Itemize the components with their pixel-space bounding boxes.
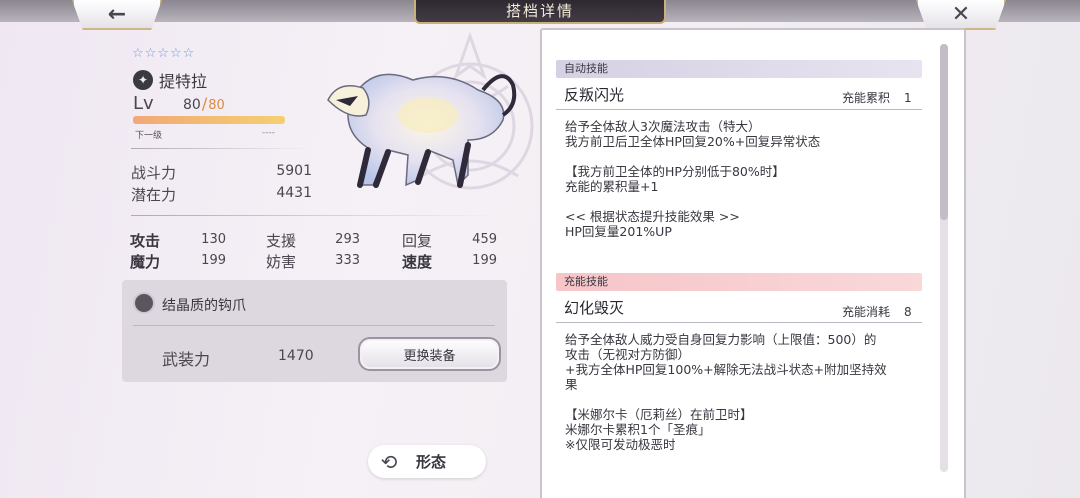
back-button[interactable]: ← xyxy=(72,0,162,30)
auto-skill-desc-line: << 根据状态提升技能效果 >> xyxy=(565,209,740,224)
level-max: 80 xyxy=(208,98,225,113)
auto-skill-description: 给予全体敌人3次魔法攻击（特大） 我方前卫后卫全体HP回复20%+回复异常状态 … xyxy=(565,119,925,239)
attr-attack-value: 130 xyxy=(201,232,226,247)
auto-skill-desc-line: 【我方前卫全体的HP分别低于80%时】 xyxy=(565,164,785,179)
element-icon: ✦ xyxy=(133,70,153,90)
attr-support-value: 293 xyxy=(335,232,360,247)
exp-bar xyxy=(133,116,285,124)
charge-skill-name: 幻化毁灭 xyxy=(564,299,625,317)
character-name-row: ✦ 提特拉 xyxy=(133,68,207,92)
exp-bar-fill xyxy=(133,116,285,124)
charge-skill-desc-line: 给予全体敌人威力受自身回复力影响（上限值：500）的 xyxy=(565,332,877,347)
attr-speed-label: 速度 xyxy=(402,253,433,271)
level-current: 80 xyxy=(183,97,201,113)
level-separator: / xyxy=(201,94,208,113)
back-arrow-icon: ← xyxy=(107,1,127,27)
combat-power-label: 战斗力 xyxy=(131,164,177,182)
charge-skill-desc-line: +我方全体HP回复100%+解除无法战斗状态+附加坚持效 xyxy=(565,362,887,377)
charge-skill-description: 给予全体敌人威力受自身回复力影响（上限值：500）的 攻击（无视对方防御） +我… xyxy=(565,332,925,452)
attr-magic-label: 魔力 xyxy=(130,253,161,271)
auto-skill-desc-line: HP回复量201%UP xyxy=(565,224,672,239)
refresh-icon: ⟲ xyxy=(380,449,398,474)
character-name: 提特拉 xyxy=(159,72,208,91)
page-title: 搭档详情 xyxy=(414,0,666,24)
charge-skill-meta-value: 8 xyxy=(904,305,912,319)
auto-skill-desc-line: 给予全体敌人3次魔法攻击（特大） xyxy=(565,119,761,134)
attr-magic-value: 199 xyxy=(201,253,226,268)
partner-creature-image xyxy=(327,73,517,188)
attr-attack-label: 攻击 xyxy=(130,232,161,250)
auto-skill-meta-value: 1 xyxy=(904,91,912,105)
armament-value: 1470 xyxy=(278,348,314,364)
level-row: Lv 80 / 80 xyxy=(133,93,225,114)
auto-skill-header: 自动技能 xyxy=(556,60,922,78)
scrollbar-thumb[interactable] xyxy=(940,44,948,220)
auto-skill-desc-line: 充能的累积量+1 xyxy=(565,179,659,194)
auto-skill-meta: 充能累积 1 xyxy=(842,89,912,106)
level-label: Lv xyxy=(133,93,154,114)
close-icon: ✕ xyxy=(951,1,971,27)
equipment-name: 结晶质的钩爪 xyxy=(162,298,246,314)
attr-heal-label: 回复 xyxy=(402,232,433,250)
attr-hinder-label: 妨害 xyxy=(266,253,297,271)
charge-skill-header: 充能技能 xyxy=(556,273,922,291)
charge-skill-meta: 充能消耗 8 xyxy=(842,303,912,320)
rarity-stars: ☆☆☆☆☆ xyxy=(132,46,196,61)
divider xyxy=(131,148,311,149)
charge-skill-desc-line: ※仅限可发动极恶时 xyxy=(565,437,676,452)
auto-skill-name: 反叛闪光 xyxy=(564,86,625,104)
combat-power-value: 5901 xyxy=(276,163,312,179)
charge-skill-desc-line: 攻击（无视对方防御） xyxy=(565,347,691,362)
attr-speed-value: 199 xyxy=(472,253,497,268)
charge-skill-desc-line: 米娜尔卡累积1个「圣痕」 xyxy=(565,422,711,437)
potential-label: 潜在力 xyxy=(131,186,177,204)
change-equipment-button[interactable]: 更换装备 xyxy=(358,337,501,371)
auto-skill-divider xyxy=(556,109,922,110)
auto-skill-meta-label: 充能累积 xyxy=(842,91,891,105)
charge-skill-meta-label: 充能消耗 xyxy=(842,305,891,319)
close-button[interactable]: ✕ xyxy=(916,0,1006,30)
attr-support-label: 支援 xyxy=(266,232,297,250)
form-button[interactable]: ⟲ 形态 xyxy=(368,445,486,478)
armament-label: 武装力 xyxy=(162,350,211,369)
attr-heal-value: 459 xyxy=(472,232,497,247)
form-button-label: 形态 xyxy=(416,453,447,471)
next-level-value: ---- xyxy=(262,128,275,138)
potential-value: 4431 xyxy=(276,185,312,201)
equipment-divider xyxy=(133,325,495,326)
charge-skill-desc-line: 【米娜尔卡（厄莉丝）在前卫时】 xyxy=(565,407,753,422)
next-level-label: 下一级 xyxy=(135,131,163,141)
charge-skill-desc-line: 果 xyxy=(565,377,578,392)
equipment-icon xyxy=(133,292,155,314)
auto-skill-desc-line: 我方前卫后卫全体HP回复20%+回复异常状态 xyxy=(565,134,821,149)
attr-hinder-value: 333 xyxy=(335,253,360,268)
charge-skill-divider xyxy=(556,322,922,323)
